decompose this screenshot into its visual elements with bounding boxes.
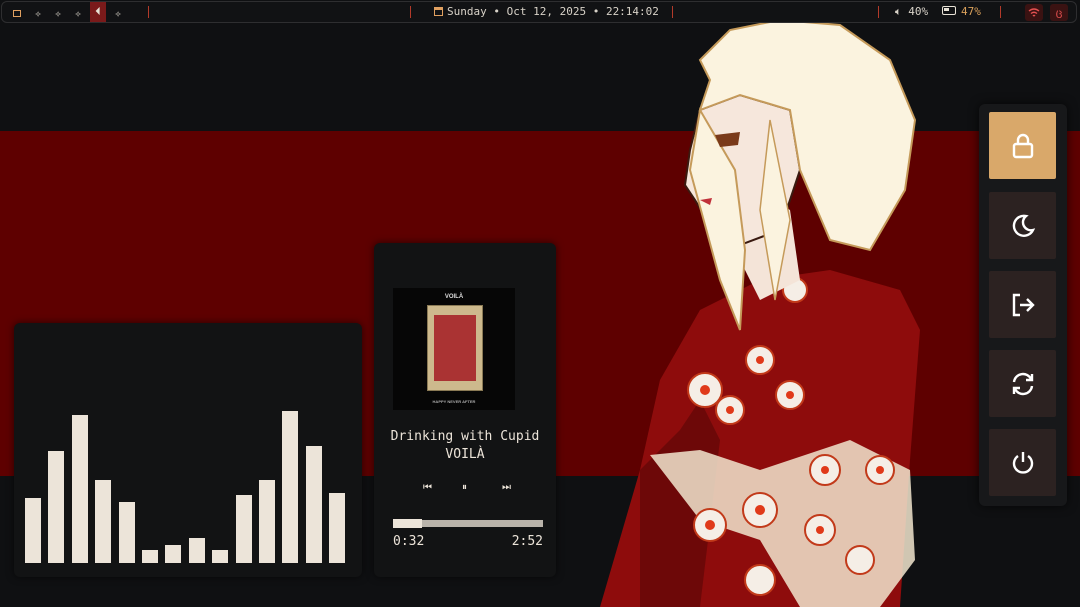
visualizer-bar [25, 498, 41, 563]
workspace-1[interactable]: ✧ [30, 7, 46, 21]
wifi-icon[interactable] [1025, 4, 1043, 21]
visualizer-bar [95, 480, 112, 563]
visualizer-bar [188, 538, 205, 563]
visualizer-bar [282, 411, 299, 563]
lock-button[interactable] [989, 112, 1056, 179]
visualizer-bar [118, 502, 135, 563]
song-title: Drinking with Cupid [390, 429, 540, 444]
workspace-4-active[interactable]: ⏴ [90, 2, 106, 22]
calendar-icon [434, 7, 443, 16]
sleep-button[interactable] [989, 192, 1056, 259]
launcher-icon[interactable] [13, 10, 21, 17]
visualizer-bar [259, 480, 275, 563]
clock-text: Sunday • Oct 12, 2025 • 22:14:02 [447, 5, 659, 18]
visualizer-bar [235, 495, 252, 563]
lock-icon [1012, 133, 1034, 159]
artist-name: VOILÀ [445, 447, 485, 462]
progress-fill [393, 519, 422, 528]
previous-track-icon[interactable]: ⏮ [423, 482, 432, 493]
reboot-button[interactable] [989, 350, 1056, 417]
visualizer-bar [142, 550, 158, 563]
progress-bar[interactable] [393, 519, 543, 528]
workspace-3[interactable]: ✧ [70, 7, 86, 21]
logout-button[interactable] [989, 271, 1056, 338]
speaker-icon: 🔈︎ [895, 5, 902, 18]
separator [148, 6, 149, 18]
visualizer-bar [329, 493, 346, 563]
visualizer-bar [71, 415, 88, 563]
battery-text: 47% [961, 5, 981, 18]
workspace-5[interactable]: ✧ [110, 7, 126, 21]
battery-icon [942, 6, 956, 15]
audio-visualizer [14, 323, 362, 577]
separator [672, 6, 673, 18]
separator [410, 6, 411, 18]
workspace-switcher: ✧ ✧ ✧ ⏴ ✧ [8, 2, 126, 22]
album-cover-subtitle: HAPPY NEVER AFTER [432, 399, 476, 404]
album-cover: VOILÀ HAPPY NEVER AFTER [393, 288, 515, 410]
top-bar: ✧ ✧ ✧ ⏴ ✧ Sunday • Oct 12, 2025 • 22:14:… [1, 1, 1077, 23]
moon-icon [1012, 214, 1036, 237]
visualizer-bar [165, 545, 182, 563]
separator [878, 6, 879, 18]
battery-widget[interactable]: 47% [942, 5, 981, 18]
visualizer-bar [212, 550, 229, 563]
playing-card-art [427, 305, 483, 391]
logout-icon [1012, 293, 1035, 317]
refresh-icon [1012, 372, 1034, 396]
separator [1000, 6, 1001, 18]
next-track-icon[interactable]: ⏭ [502, 482, 511, 493]
shutdown-button[interactable] [989, 429, 1056, 496]
pause-icon[interactable]: ⏸ [462, 482, 467, 493]
media-player: VOILÀ HAPPY NEVER AFTER Drinking with Cu… [374, 243, 556, 577]
power-menu [979, 104, 1067, 506]
visualizer-bar [305, 446, 322, 563]
clock[interactable]: Sunday • Oct 12, 2025 • 22:14:02 [434, 5, 659, 18]
volume-text: 40% [908, 5, 929, 18]
total-time: 2:52 [511, 534, 543, 549]
power-icon [1012, 452, 1034, 474]
visualizer-bar [48, 451, 65, 563]
app-icon[interactable]: ც [1050, 4, 1068, 21]
elapsed-time: 0:32 [393, 534, 425, 549]
workspace-2[interactable]: ✧ [50, 7, 66, 21]
album-cover-title: VOILÀ [444, 294, 464, 300]
volume-widget[interactable]: 🔈︎ 40% [895, 5, 928, 19]
